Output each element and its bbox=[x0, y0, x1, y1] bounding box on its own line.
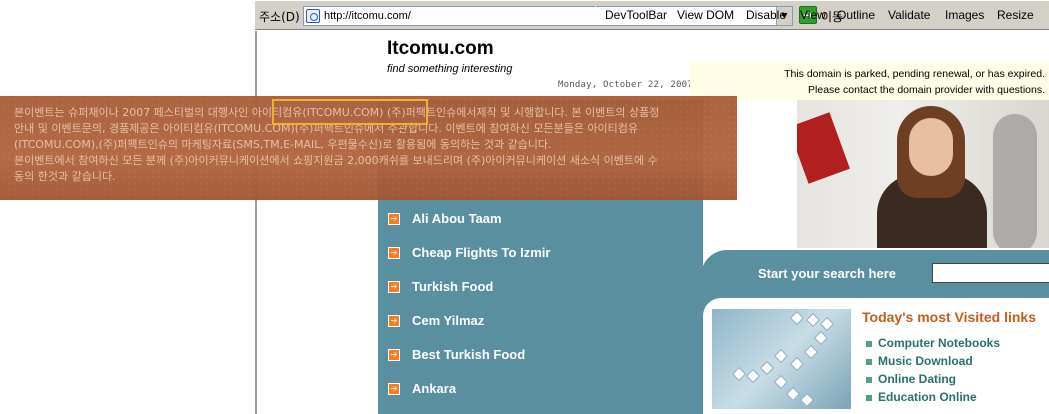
arrow-right-icon: ➔ bbox=[388, 383, 400, 395]
bullet-icon bbox=[866, 359, 872, 365]
diamond-shape bbox=[799, 392, 815, 408]
page-icon bbox=[306, 9, 320, 23]
diamond-shape bbox=[731, 366, 747, 382]
diamond-shape bbox=[813, 330, 829, 346]
arrow-right-icon: ➔ bbox=[388, 247, 400, 259]
bullet-icon bbox=[866, 341, 872, 347]
address-url[interactable]: http://itcomu.com/ bbox=[324, 10, 411, 22]
parked-notice-line1: This domain is parked, pending renewal, … bbox=[784, 68, 1045, 80]
diamond-shape bbox=[785, 386, 801, 402]
arrow-right-icon: ➔ bbox=[388, 281, 400, 293]
diamond-shape bbox=[789, 356, 805, 372]
arrow-right-icon: ➔ bbox=[388, 349, 400, 361]
address-label: 주소(D) bbox=[259, 10, 300, 24]
link-label[interactable]: Ali Abou Taam bbox=[412, 211, 502, 226]
diamond-shape bbox=[759, 360, 775, 376]
parked-notice: This domain is parked, pending renewal, … bbox=[690, 62, 1049, 100]
diamond-shape bbox=[789, 310, 805, 326]
link-label[interactable]: Cem Yilmaz bbox=[412, 313, 484, 328]
devtoolbar-button[interactable]: DevToolBar bbox=[605, 8, 667, 22]
hero-photo bbox=[797, 100, 1049, 248]
validate-button[interactable]: Validate bbox=[888, 8, 930, 22]
link-label[interactable]: Best Turkish Food bbox=[412, 347, 525, 362]
abstract-thumbnail bbox=[712, 309, 851, 409]
visited-link-label[interactable]: Computer Notebooks bbox=[878, 336, 1000, 350]
resize-button[interactable]: Resize bbox=[997, 8, 1034, 22]
arrow-right-icon: ➔ bbox=[388, 315, 400, 327]
outline-button[interactable]: Outline bbox=[837, 8, 875, 22]
visited-links-title: Today's most Visited links bbox=[862, 309, 1036, 325]
view-dom-button[interactable]: View DOM bbox=[677, 8, 734, 22]
diamond-shape bbox=[803, 344, 819, 360]
browser-toolbar: 주소(D) http://itcomu.com/ ▼ ➔ 이동 DevToolB… bbox=[255, 0, 1049, 30]
link-label[interactable]: Turkish Food bbox=[412, 279, 493, 294]
visited-link-label[interactable]: Music Download bbox=[878, 354, 973, 368]
arrow-right-icon: ➔ bbox=[388, 213, 400, 225]
visited-link-label[interactable]: Education Online bbox=[878, 390, 977, 404]
search-bar: Start your search here bbox=[701, 250, 1049, 298]
diamond-shape bbox=[819, 316, 835, 332]
toolbar-separator bbox=[595, 6, 596, 24]
highlight-box bbox=[272, 99, 428, 125]
overlay-line: (ITCOMU.COM),(주)퍼팩트인슈의 마케팅자료(SMS,TM,E-MA… bbox=[14, 138, 552, 151]
view-button[interactable]: View bbox=[800, 8, 826, 22]
date-line: Monday, October 22, 2007 bbox=[558, 80, 693, 90]
diamond-shape bbox=[745, 368, 761, 384]
images-button[interactable]: Images bbox=[945, 8, 984, 22]
bullet-icon bbox=[866, 377, 872, 383]
red-folder-shape bbox=[797, 112, 850, 184]
disable-button[interactable]: Disable bbox=[746, 8, 786, 22]
diamond-shape bbox=[773, 374, 789, 390]
visited-link-label[interactable]: Online Dating bbox=[878, 372, 956, 386]
background-figure bbox=[993, 114, 1037, 248]
bullet-icon bbox=[866, 395, 872, 401]
overlay-line: 본이벤트에서 참여하신 모든 분께 (주)아이커뮤니케이션에서 쇼핑지원금 2,… bbox=[14, 154, 658, 167]
toolbar-top-edge bbox=[255, 0, 1049, 3]
search-label: Start your search here bbox=[758, 266, 897, 281]
diamond-shape bbox=[805, 312, 821, 328]
woman-face bbox=[909, 118, 953, 176]
link-label[interactable]: Ankara bbox=[412, 381, 456, 396]
overlay-line: 동의 한것과 같습니다. bbox=[14, 170, 116, 183]
link-label[interactable]: Cheap Flights To Izmir bbox=[412, 245, 550, 260]
site-tagline: find something interesting bbox=[387, 63, 513, 75]
search-input[interactable] bbox=[932, 263, 1049, 283]
site-title[interactable]: Itcomu.com bbox=[387, 38, 494, 60]
diamond-shape bbox=[773, 348, 789, 364]
parked-notice-line2: Please contact the domain provider with … bbox=[808, 84, 1045, 96]
